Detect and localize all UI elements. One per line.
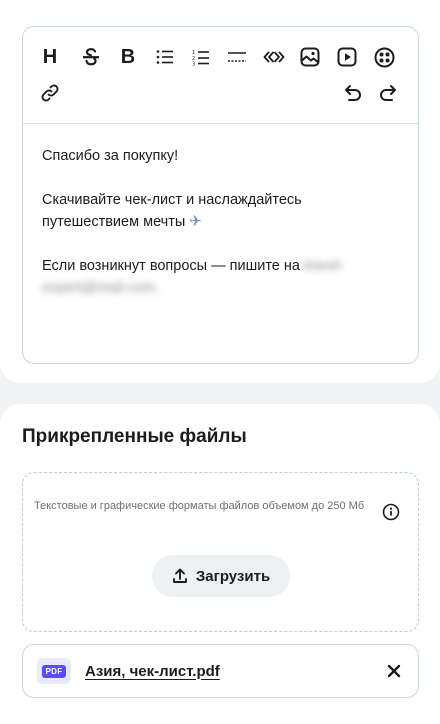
heading-icon[interactable]: H: [35, 42, 65, 72]
numbered-list-icon[interactable]: 123: [186, 42, 216, 72]
image-icon[interactable]: [295, 42, 325, 72]
undo-icon[interactable]: [338, 78, 368, 108]
close-icon: [387, 664, 401, 678]
svg-text:3: 3: [192, 61, 195, 66]
airplane-icon: ✈: [189, 213, 202, 230]
info-icon[interactable]: [382, 503, 400, 521]
attachments-title: Прикрепленные файлы: [22, 426, 247, 447]
bullet-list-icon[interactable]: [150, 42, 180, 72]
pdf-file-icon: PDF: [37, 658, 71, 684]
content-line-download: Скачивайте чек-лист и наслаждайтесь путе…: [42, 189, 400, 233]
remove-file-button[interactable]: [384, 661, 404, 681]
upload-button-label: Загрузить: [195, 567, 271, 585]
link-icon[interactable]: [35, 78, 65, 108]
content-line-thanks: Спасибо за покупку!: [42, 148, 179, 164]
redo-icon[interactable]: [373, 78, 403, 108]
upload-button[interactable]: Загрузить: [152, 555, 290, 597]
pdf-badge-label: PDF: [41, 664, 67, 678]
rich-text-editor[interactable]: H B 123 Спасибо за покупку! Скачивайте ч…: [22, 26, 419, 364]
horizontal-rule-icon[interactable]: [222, 42, 252, 72]
content-download-text: Скачивайте чек-лист и наслаждайтесь путе…: [42, 192, 302, 230]
content-questions-text: Если возникнут вопросы — пишите на: [42, 258, 300, 274]
emoji-icon[interactable]: [369, 42, 399, 72]
attached-file-row: PDF Азия, чек-лист.pdf: [22, 644, 419, 698]
bold-icon[interactable]: B: [113, 42, 143, 72]
upload-icon: [172, 568, 187, 583]
editor-toolbar: H B 123: [23, 27, 418, 124]
video-icon[interactable]: [332, 42, 362, 72]
content-line-questions: Если возникнут вопросы — пишите на trave…: [42, 255, 400, 299]
attached-file-name[interactable]: Азия, чек-лист.pdf: [85, 663, 220, 680]
editor-content[interactable]: Спасибо за покупку! Скачивайте чек-лист …: [23, 124, 418, 299]
attachments-card: Прикрепленные файлы Текстовые и графичес…: [0, 404, 440, 724]
file-format-hint: Текстовые и графические форматы файлов о…: [34, 500, 365, 512]
quote-icon[interactable]: [259, 42, 289, 72]
strikethrough-icon[interactable]: [76, 42, 106, 72]
editor-card: H B 123 Спасибо за покупку! Скачивайте ч…: [0, 0, 440, 383]
file-dropzone[interactable]: Текстовые и графические форматы файлов о…: [22, 472, 419, 632]
